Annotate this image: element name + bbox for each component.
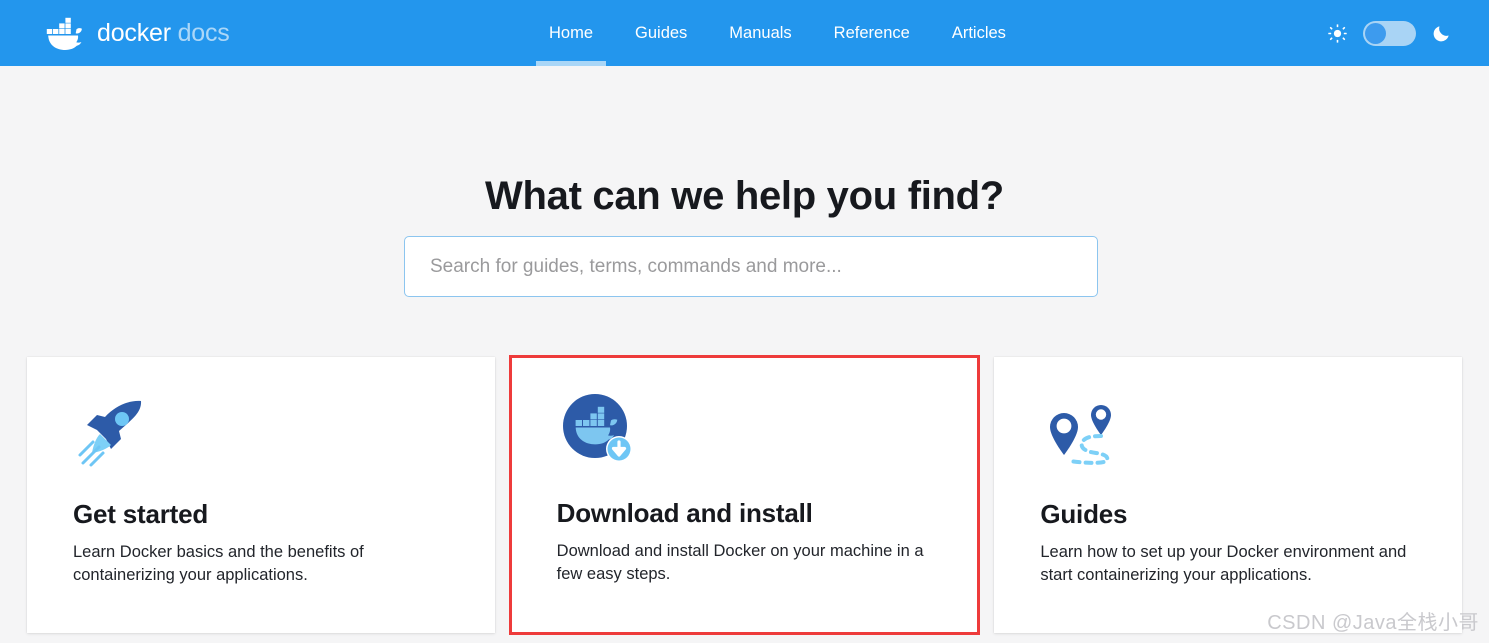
card-get-started[interactable]: Get started Learn Docker basics and the …: [27, 357, 495, 633]
brand-word-docker: docker: [97, 18, 171, 47]
card-download-and-install[interactable]: Download and install Download and instal…: [508, 355, 981, 635]
feature-card-grid: Get started Learn Docker basics and the …: [27, 355, 1463, 635]
nav-item-manuals[interactable]: Manuals: [708, 0, 812, 66]
brand-wordmark: docker docs: [97, 18, 230, 47]
card-description: Download and install Docker on your mach…: [556, 542, 924, 584]
moon-icon[interactable]: [1432, 24, 1451, 43]
card-title: Get started: [73, 499, 209, 529]
nav-item-articles-label: Articles: [951, 23, 1006, 42]
nav-item-guides[interactable]: Guides: [614, 0, 708, 66]
card-description: Learn how to set up your Docker environm…: [1040, 543, 1407, 585]
theme-toggle-knob: [1365, 22, 1386, 44]
docker-download-icon: [562, 394, 632, 462]
nav-item-home-label: Home: [549, 23, 594, 42]
search-input[interactable]: [404, 236, 1098, 297]
theme-switcher: [1328, 0, 1451, 66]
nav-item-home[interactable]: Home: [528, 0, 614, 66]
sun-icon[interactable]: [1328, 23, 1347, 43]
brand-word-docs: docs: [177, 18, 230, 47]
brand-logo-link[interactable]: docker docs: [40, 0, 230, 66]
card-guides[interactable]: Guides Learn how to set up your Docker e…: [994, 357, 1463, 633]
theme-toggle-switch[interactable]: [1363, 20, 1416, 46]
hero-section: What can we help you find?: [0, 66, 1489, 357]
card-description: Learn Docker basics and the benefits of …: [73, 543, 364, 585]
card-title: Guides: [1040, 499, 1128, 529]
search-container: [404, 236, 1098, 297]
docker-whale-icon: [42, 17, 82, 50]
nav-item-reference[interactable]: Reference: [813, 0, 931, 66]
nav-item-guides-label: Guides: [635, 23, 688, 42]
nav-item-reference-label: Reference: [833, 23, 910, 42]
main-navigation: Home Guides Manuals Reference Articles: [528, 0, 1027, 66]
map-pins-route-icon: [1050, 405, 1112, 465]
card-title: Download and install: [556, 498, 813, 528]
rocket-icon: [78, 400, 142, 467]
nav-item-articles[interactable]: Articles: [931, 0, 1027, 66]
top-navigation-bar: docker docs Home Guides Manuals Referenc…: [0, 0, 1489, 66]
page-title: What can we help you find?: [485, 174, 1004, 218]
nav-item-manuals-label: Manuals: [729, 23, 792, 42]
